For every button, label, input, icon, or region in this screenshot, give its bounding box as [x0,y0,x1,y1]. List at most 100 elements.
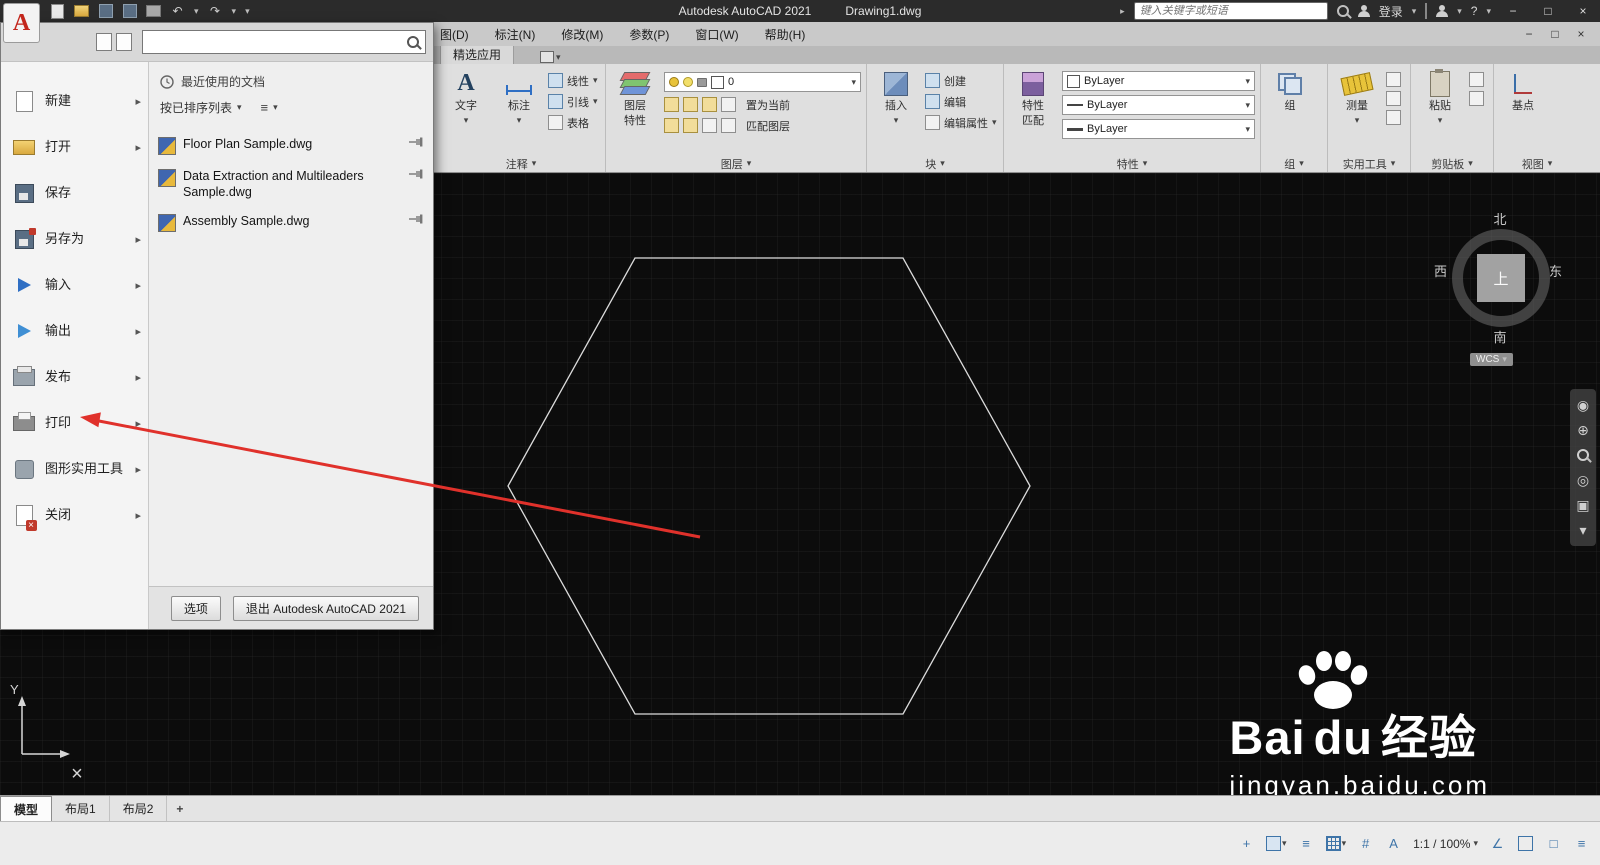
layer-lock-tool-icon[interactable] [721,97,736,112]
create-block-button[interactable]: 创建 [925,72,997,89]
appmenu-search-icon[interactable] [407,36,419,48]
quick-calc-icon[interactable] [1386,91,1401,106]
base-point-button[interactable]: 基点 [1499,67,1547,155]
tab-model[interactable]: 模型 [0,796,53,821]
layer-isolate-icon[interactable] [683,97,698,112]
tab-featured-apps[interactable]: 精选应用 [440,44,515,64]
help-caret-icon[interactable]: ▾ [1486,6,1491,17]
new-file-icon[interactable] [50,3,65,19]
full-navigation-wheel-icon[interactable]: ◉ [1575,397,1591,413]
tab-layout2[interactable]: 布局2 [110,796,168,821]
search-icon[interactable] [1336,5,1349,17]
annotation-scale-control[interactable]: 1:1 / 100% ▾ [1413,837,1478,851]
tab-layout1[interactable]: 布局1 [52,796,110,821]
appmenu-item-export[interactable]: 输出 ▸ [1,308,148,354]
isodraft-icon[interactable]: + [1238,835,1255,852]
panel-label-block[interactable]: 块 ▾ [867,155,1003,172]
new-layout-button[interactable]: + [167,796,192,821]
id-point-icon[interactable] [1386,110,1401,125]
app-store-icon[interactable] [1425,3,1428,19]
layer-unisolate-icon[interactable] [683,118,698,133]
menu-help[interactable]: 帮助(H) [765,26,806,43]
layer-thaw-all-icon[interactable] [702,118,717,133]
account-icon[interactable] [1357,5,1370,17]
zoom-extents-icon[interactable] [1575,447,1591,463]
edit-block-button[interactable]: 编辑 [925,93,997,110]
redo-icon[interactable]: ↷ [208,4,223,18]
app-close-button[interactable]: × [1570,0,1596,22]
viewcube-east[interactable]: 东 [1549,261,1562,280]
doc-restore-button[interactable]: □ [1542,22,1568,46]
match-properties-button[interactable]: 特性 匹配 [1009,67,1057,155]
lineweight-combo[interactable]: ByLayer ▾ [1062,119,1255,139]
set-current-button[interactable]: 置为当前 [746,97,790,113]
panel-label-view[interactable]: 视图 ▾ [1494,155,1580,172]
appmenu-item-new[interactable]: 新建 ▸ [1,78,148,124]
linetype-combo[interactable]: ByLayer ▾ [1062,95,1255,115]
copy-icon[interactable] [1469,91,1484,106]
leader-button[interactable]: 引线 ▾ [548,93,598,110]
panel-label-annotate[interactable]: 注释 ▾ [437,155,605,172]
menu-modify[interactable]: 修改(M) [561,26,603,43]
layer-freeze-icon[interactable] [702,97,717,112]
table-button[interactable]: 表格 [548,114,598,131]
viewcube-north[interactable]: 北 [1438,209,1562,228]
app-minimize-button[interactable]: − [1500,0,1526,22]
recent-file-row[interactable]: Data Extraction and Multileaders Sample.… [149,162,433,207]
measure-button[interactable]: 测量 ▾ [1333,67,1381,155]
recent-documents-icon[interactable] [96,33,112,51]
appmenu-item-close[interactable]: 关闭 ▸ [1,492,148,538]
layer-off-icon[interactable] [664,97,679,112]
doc-minimize-button[interactable]: − [1516,22,1542,46]
exit-button[interactable]: 退出 Autodesk AutoCAD 2021 [232,595,419,621]
menu-draw[interactable]: 图(D) [440,26,469,43]
snap-grid-icon[interactable]: # [1357,835,1374,852]
insert-block-button[interactable]: 插入 ▾ [872,67,920,155]
layer-properties-button[interactable]: 图层 特性 [611,67,659,155]
appmenu-item-open[interactable]: 打开 ▸ [1,124,148,170]
undo-icon[interactable]: ↶ [170,4,185,18]
dimension-button[interactable]: 标注 ▾ [495,67,543,155]
undo-caret-icon[interactable]: ▾ [194,6,199,17]
plot-icon[interactable] [146,4,161,18]
text-button[interactable]: A 文字 ▾ [442,67,490,155]
viewcube-wcs-menu[interactable]: WCS ▾ [1470,353,1513,366]
pin-icon[interactable] [409,137,424,147]
panel-label-groups[interactable]: 组 ▾ [1261,155,1327,172]
autodesk-connect-icon[interactable] [1436,5,1449,17]
panel-label-utilities[interactable]: 实用工具 ▾ [1328,155,1410,172]
cut-icon[interactable] [1469,72,1484,87]
appmenu-item-print[interactable]: 打印 ▸ [1,400,148,446]
menu-parametric[interactable]: 参数(P) [629,26,669,43]
edit-attributes-button[interactable]: 编辑属性 ▾ [925,114,997,131]
appmenu-item-import[interactable]: 输入 ▸ [1,262,148,308]
app-maximize-button[interactable]: □ [1535,0,1561,22]
appmenu-item-save[interactable]: 保存 [1,170,148,216]
recent-file-row[interactable]: Floor Plan Sample.dwg [149,130,433,162]
panel-label-properties[interactable]: 特性 ▾ [1004,155,1260,172]
workspace-switching-icon[interactable]: ▾ [1325,835,1346,852]
recent-file-row[interactable]: Assembly Sample.dwg [149,207,433,239]
options-button[interactable]: 选项 [170,595,221,621]
doc-close-button[interactable]: × [1568,22,1594,46]
annotation-monitor-icon[interactable]: ≡ [1298,835,1315,852]
selection-cycling-icon[interactable]: ▾ [1266,835,1287,852]
signin-caret-icon[interactable]: ▾ [1412,6,1417,17]
connect-caret-icon[interactable]: ▾ [1457,6,1462,17]
viewcube-west[interactable]: 西 [1434,261,1447,280]
open-file-icon[interactable] [74,4,89,18]
viewcube-south[interactable]: 南 [1438,327,1562,346]
match-layer-button[interactable]: 匹配图层 [746,118,790,134]
showmotion-icon[interactable]: ▣ [1575,497,1591,513]
recent-sort-control[interactable]: 按已排序列表 ▾ ≡ ▾ [149,95,433,124]
quick-select-icon[interactable] [1386,72,1401,87]
group-button[interactable]: 组 [1266,67,1314,155]
layer-unlock-icon[interactable] [721,118,736,133]
object-color-combo[interactable]: ByLayer ▾ [1062,71,1255,91]
clean-screen-icon[interactable]: □ [1545,835,1562,852]
pan-icon[interactable]: ⊕ [1575,422,1591,438]
panel-label-layers[interactable]: 图层 ▾ [606,155,866,172]
redo-caret-icon[interactable]: ▾ [232,6,237,17]
application-menu-button[interactable]: A [3,3,40,43]
navbar-more-icon[interactable]: ▾ [1575,522,1591,538]
